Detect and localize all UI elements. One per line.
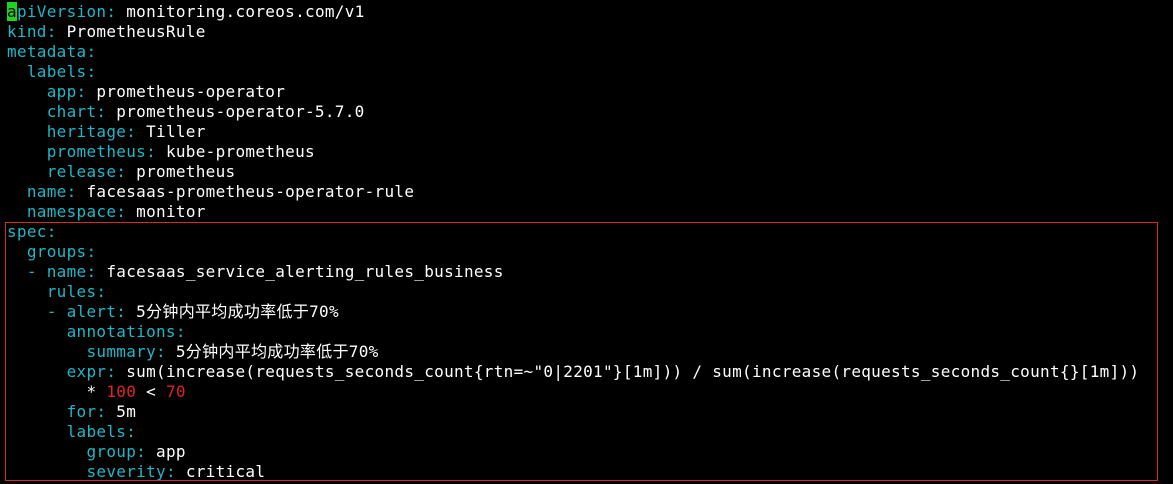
- line-rule-labels: labels:: [66, 422, 137, 441]
- yaml-value: prometheus-operator: [96, 82, 286, 101]
- yaml-value: 5分钟内平均成功率低于70%: [175, 342, 379, 361]
- line-alert: - alert: 5分钟内平均成功率低于70%: [46, 302, 339, 321]
- yaml-key: group: [86, 442, 137, 461]
- yaml-value: monitoring.coreos.com/v1: [126, 2, 365, 21]
- yaml-value: Tiller: [146, 122, 206, 141]
- line-kind: kind: PrometheusRule: [7, 22, 206, 41]
- line-release: release: prometheus: [46, 162, 236, 181]
- line-group-name: - name: facesaas_service_alerting_rules_…: [26, 262, 504, 281]
- yaml-key: labels: [66, 422, 127, 441]
- yaml-value: facesaas_service_alerting_rules_business: [106, 262, 504, 281]
- line-name: name: facesaas-prometheus-operator-rule: [26, 182, 415, 201]
- line-severity: severity: critical: [86, 462, 266, 481]
- yaml-value: prometheus-operator-5.7.0: [116, 102, 365, 121]
- line-spec: spec:: [7, 222, 57, 241]
- line-rules: rules:: [46, 282, 107, 301]
- terminal-editor[interactable]: apiVersion: monitoring.coreos.com/v1 kin…: [0, 0, 1173, 484]
- number-literal: 100: [106, 382, 137, 401]
- yaml-key: rules: [46, 282, 97, 301]
- yaml-key: heritage: [46, 122, 127, 141]
- line-summary: summary: 5分钟内平均成功率低于70%: [86, 342, 379, 361]
- yaml-key: chart: [46, 102, 97, 121]
- operator: <: [146, 382, 157, 401]
- yaml-key: annotations: [66, 322, 176, 341]
- line-annotations: annotations:: [66, 322, 186, 341]
- yaml-key: for: [66, 402, 97, 421]
- operator: *: [86, 382, 97, 401]
- line-app: app: prometheus-operator: [46, 82, 286, 101]
- yaml-key: metadata: [7, 42, 87, 61]
- yaml-value: facesaas-prometheus-operator-rule: [86, 182, 415, 201]
- line-for: for: 5m: [66, 402, 137, 421]
- yaml-key: namespace: [26, 202, 117, 221]
- yaml-value: kube-prometheus: [165, 142, 315, 161]
- yaml-key: labels: [26, 62, 87, 81]
- line-chart: chart: prometheus-operator-5.7.0: [46, 102, 365, 121]
- line-groups: groups:: [26, 242, 97, 261]
- yaml-value: 5m: [116, 402, 137, 421]
- yaml-key: prometheus: [46, 142, 147, 161]
- yaml-key: expr: [66, 362, 107, 381]
- line-metadata: metadata:: [7, 42, 97, 61]
- line-group: group: app: [86, 442, 186, 461]
- yaml-key: release: [46, 162, 117, 181]
- yaml-value: app: [156, 442, 186, 461]
- yaml-key: severity: [86, 462, 166, 481]
- line-api-version: apiVersion: monitoring.coreos.com/v1: [7, 2, 365, 21]
- line-expr-continued: * 100 < 70: [7, 382, 186, 402]
- yaml-key: alert: [66, 302, 117, 321]
- yaml-key: spec: [7, 222, 47, 241]
- yaml-value: sum(increase(requests_seconds_count{rtn=…: [126, 362, 1140, 381]
- yaml-key: app: [46, 82, 77, 101]
- line-heritage: heritage: Tiller: [46, 122, 206, 141]
- yaml-key: summary: [86, 342, 156, 361]
- yaml-value: 5分钟内平均成功率低于70%: [136, 302, 339, 321]
- line-labels: labels:: [26, 62, 97, 81]
- line-prometheus: prometheus: kube-prometheus: [46, 142, 315, 161]
- yaml-value: PrometheusRule: [66, 22, 206, 41]
- yaml-key: name: [46, 262, 87, 281]
- line-namespace: namespace: monitor: [26, 202, 206, 221]
- yaml-key: kind: [7, 22, 47, 41]
- yaml-value: monitor: [136, 202, 206, 221]
- line-expr: expr: sum(increase(requests_seconds_coun…: [66, 362, 1140, 381]
- number-literal: 70: [165, 382, 186, 401]
- yaml-value: critical: [185, 462, 266, 481]
- yaml-key: name: [26, 182, 67, 201]
- text-cursor: a: [7, 2, 17, 21]
- yaml-key: groups: [26, 242, 87, 261]
- yaml-value: prometheus: [136, 162, 236, 181]
- yaml-key: piVersion: [16, 2, 107, 21]
